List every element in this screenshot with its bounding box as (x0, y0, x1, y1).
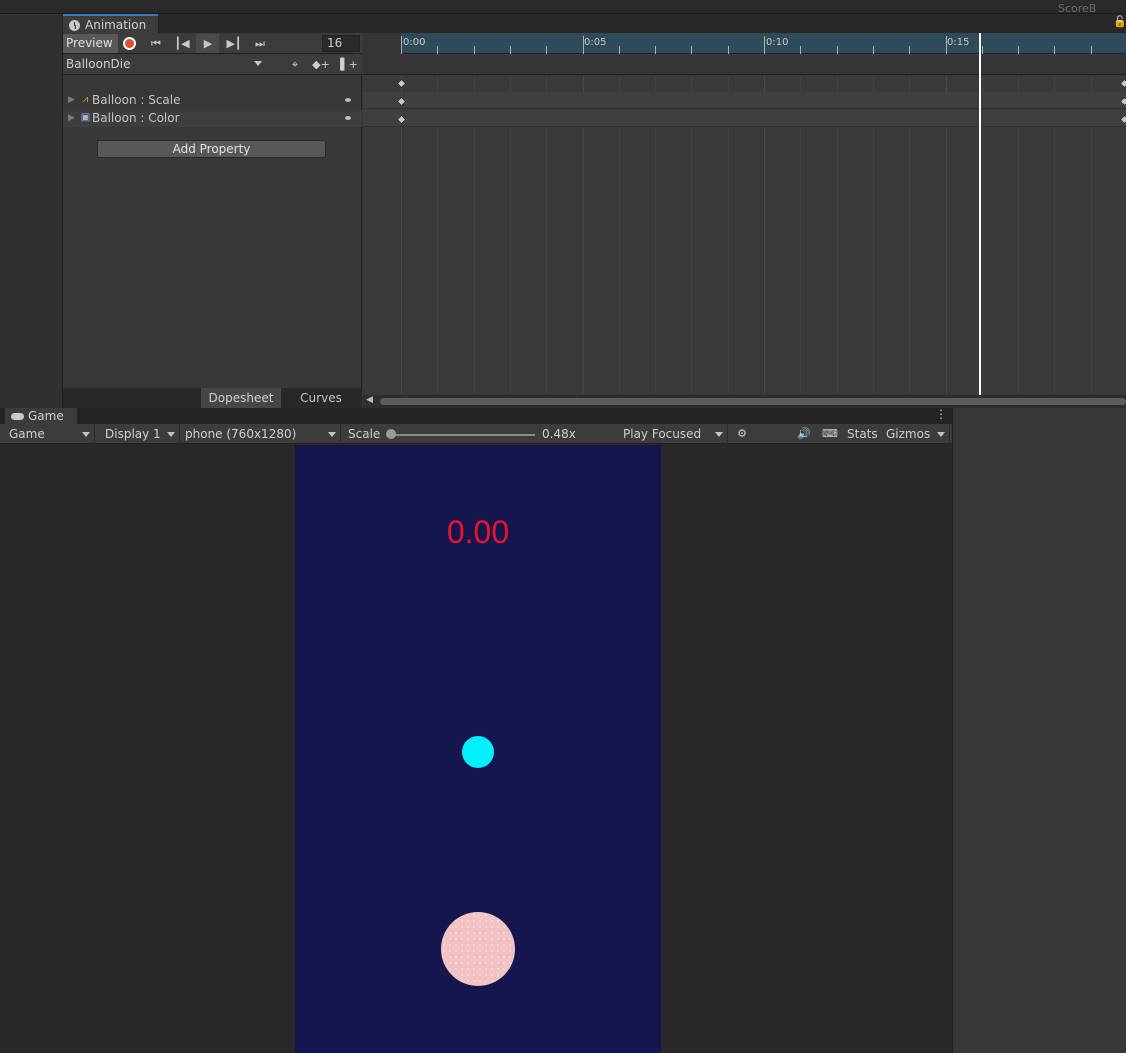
gizmos-label: Gizmos (886, 427, 931, 441)
add-property-button[interactable]: Add Property (97, 140, 326, 158)
frame-field[interactable]: 16 (322, 35, 360, 52)
play-mode-label: Play Focused (623, 427, 702, 441)
ruler-tick (946, 36, 947, 54)
record-icon[interactable] (123, 37, 136, 50)
clip-dropdown[interactable]: BalloonDie (63, 55, 269, 74)
ruler-tick (800, 46, 801, 54)
playhead[interactable] (979, 33, 981, 395)
cyan-ball (462, 736, 494, 768)
display-dropdown[interactable]: Display 1 (101, 424, 180, 444)
scale-icon: ⩘ (82, 94, 89, 105)
tab-dopesheet[interactable]: Dopesheet (201, 388, 281, 408)
ruler-tick (691, 46, 692, 54)
last-keyframe-icon[interactable]: ⏭ (249, 35, 271, 52)
expand-arrow-icon[interactable]: ▶ (68, 110, 75, 127)
ruler-tick (510, 46, 511, 54)
add-event-icon[interactable]: ▌+ (339, 56, 359, 73)
ruler-tick (655, 46, 656, 54)
property-row[interactable]: ▶ ⩘ Balloon : Scale (63, 92, 362, 109)
tick-label: 0:05 (584, 37, 607, 48)
property-options-icon[interactable] (345, 116, 351, 120)
summary-track (363, 55, 1126, 75)
ruler-tick (873, 46, 874, 54)
gizmos-dropdown[interactable]: Gizmos (882, 424, 950, 444)
chevron-down-icon (328, 432, 336, 437)
score-text: 0.00 (446, 514, 510, 550)
filter-selection-icon[interactable]: ⌖ (285, 56, 305, 73)
ruler-tick (1018, 46, 1019, 54)
color-track[interactable] (363, 110, 1126, 127)
scale-track[interactable] (363, 92, 1126, 109)
property-label: Balloon : Color (92, 111, 180, 125)
resolution-dropdown[interactable]: phone (760x1280) (181, 424, 341, 444)
gamepad-icon (11, 413, 24, 420)
add-keyframe-icon[interactable]: ◆+ (311, 56, 331, 73)
more-options-icon[interactable]: ⋮ (935, 407, 947, 421)
display-label: Display 1 (105, 427, 161, 441)
tab-game[interactable]: Game (5, 408, 77, 424)
tab-game-label: Game (28, 409, 64, 423)
ruler-tick (619, 46, 620, 54)
property-label: Balloon : Scale (92, 93, 181, 107)
play-icon[interactable]: ▶ (197, 35, 219, 52)
pink-balloon[interactable] (441, 912, 515, 986)
tick-label: 0:10 (766, 37, 789, 48)
chevron-down-icon (167, 432, 175, 437)
preview-button[interactable]: Preview (63, 34, 118, 53)
color-icon: ▣ (80, 112, 91, 123)
chevron-down-icon (937, 432, 945, 437)
scale-label: Scale (348, 427, 381, 441)
tab-animation[interactable]: Animation (63, 14, 158, 34)
chevron-down-icon (254, 61, 262, 66)
time-ruler-margin (363, 33, 401, 54)
right-editor-panel (952, 408, 1126, 1053)
keyboard-icon[interactable]: ⌨ (819, 425, 841, 443)
lock-icon[interactable]: 🔓 (1113, 15, 1126, 28)
left-editor-panel (0, 14, 62, 408)
ruler-tick (1054, 46, 1055, 54)
tick-label: 0:15 (947, 37, 970, 48)
next-keyframe-icon[interactable]: ▶┃ (223, 35, 245, 52)
play-mode-dropdown[interactable]: Play Focused (619, 424, 728, 444)
time-ruler[interactable] (363, 33, 1126, 54)
ruler-tick (401, 36, 402, 54)
ruler-tick (546, 46, 547, 54)
stats-button[interactable]: Stats (843, 424, 883, 444)
scroll-left-arrow-icon[interactable]: ◀ (366, 395, 373, 405)
ruler-tick (982, 46, 983, 54)
game-tabbar (0, 408, 952, 424)
ruler-tick (474, 46, 475, 54)
ruler-tick (764, 36, 765, 54)
ruler-tick (837, 46, 838, 54)
clock-icon (69, 20, 80, 31)
game-mode-dropdown[interactable]: Game (5, 424, 95, 444)
ruler-tick (909, 46, 910, 54)
scrollbar-thumb[interactable] (380, 398, 1126, 405)
ruler-tick (728, 46, 729, 54)
audio-icon[interactable]: 🔊 (793, 425, 815, 443)
scale-slider-knob[interactable] (386, 429, 396, 439)
ruler-tick (1091, 46, 1092, 54)
ruler-tick (583, 36, 584, 54)
property-row[interactable]: ▶ ▣ Balloon : Color (63, 110, 362, 127)
scale-value: 0.48x (542, 427, 576, 441)
scale-slider-track[interactable] (390, 434, 535, 436)
top-editor-strip (0, 0, 1126, 14)
bug-icon[interactable]: ⚙ (731, 425, 753, 443)
tab-curves[interactable]: Curves (281, 388, 361, 408)
animation-tabbar (62, 14, 1126, 33)
game-mode-label: Game (9, 427, 45, 441)
first-keyframe-icon[interactable]: ⏮ (145, 35, 167, 52)
previous-keyframe-icon[interactable]: ┃◀ (171, 35, 193, 52)
chevron-down-icon (82, 432, 90, 437)
tab-animation-label: Animation (85, 18, 147, 32)
ruler-tick (437, 46, 438, 54)
tick-label: 0:00 (403, 37, 426, 48)
chevron-down-icon (715, 432, 723, 437)
resolution-label: phone (760x1280) (185, 427, 297, 441)
property-options-icon[interactable] (345, 98, 351, 102)
expand-arrow-icon[interactable]: ▶ (68, 92, 75, 109)
